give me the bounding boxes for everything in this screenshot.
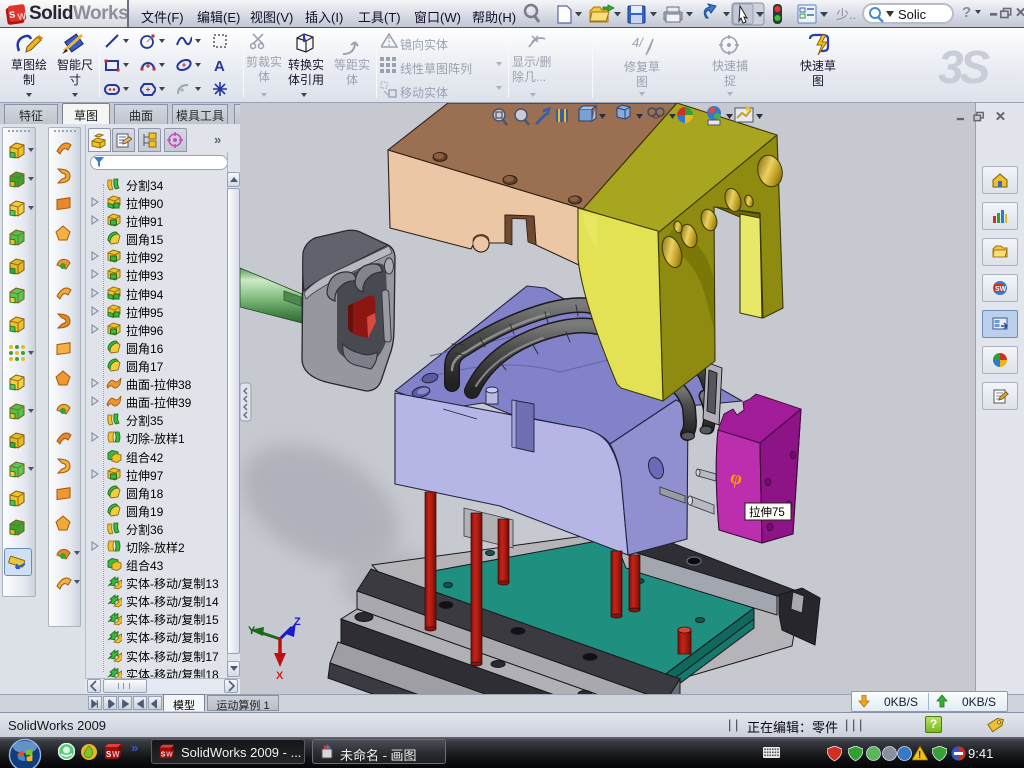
svg-text:拉伸75: 拉伸75 xyxy=(749,505,785,519)
svg-text:SW: SW xyxy=(995,286,1007,293)
svg-text:W: W xyxy=(17,11,27,22)
svg-text:Y: Y xyxy=(248,625,256,637)
svg-text:W: W xyxy=(166,750,173,758)
svg-text:S: S xyxy=(161,750,166,758)
svg-text:X: X xyxy=(276,670,284,682)
svg-text:Z: Z xyxy=(294,616,301,628)
svg-text:A: A xyxy=(214,58,225,73)
svg-text:W: W xyxy=(112,750,120,759)
svg-text:!: ! xyxy=(918,750,921,761)
svg-text:4/: 4/ xyxy=(632,35,644,50)
svg-text:少..: 少.. xyxy=(836,7,856,22)
